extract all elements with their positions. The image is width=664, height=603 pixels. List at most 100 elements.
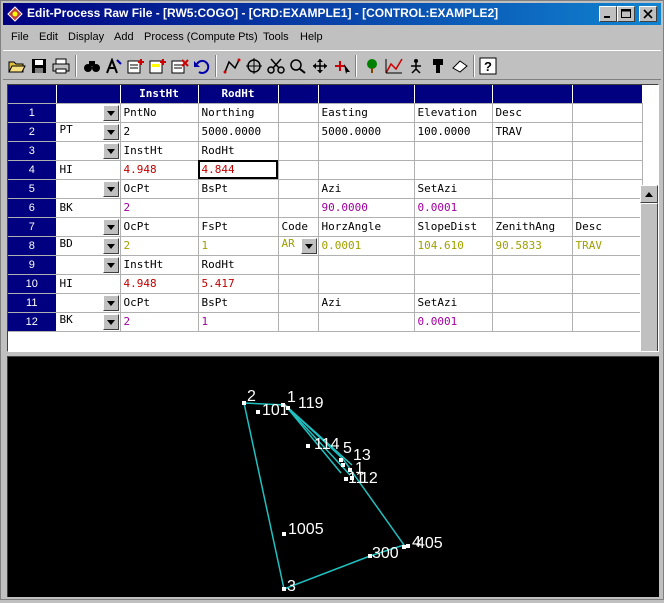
dropdown-arrow-icon[interactable] (102, 238, 119, 254)
grid-cell[interactable] (572, 141, 643, 161)
grid-cell[interactable] (414, 141, 493, 161)
row-number[interactable]: 4 (8, 160, 57, 180)
grid-cell[interactable]: Easting (318, 103, 415, 123)
grid-cell[interactable] (318, 141, 415, 161)
binoculars-find-icon[interactable] (81, 55, 103, 77)
grid-cell[interactable] (572, 103, 643, 123)
grid-cell[interactable]: SetAzi (414, 293, 493, 313)
menu-add[interactable]: Add (114, 31, 134, 43)
grid-header-cell[interactable] (8, 85, 57, 104)
grid-cell[interactable]: 2 (120, 122, 199, 142)
grid-cell[interactable]: 4.844 (198, 160, 279, 180)
grid-row[interactable]: 12 BK 2 1 0.0001 (8, 312, 643, 332)
grid-cell[interactable]: 0.0001 (414, 312, 493, 332)
rod-icon[interactable] (427, 55, 449, 77)
dropdown-arrow-icon[interactable] (102, 143, 119, 159)
menu-help[interactable]: Help (300, 31, 323, 43)
close-button[interactable] (639, 6, 657, 22)
menu-display[interactable]: Display (68, 31, 104, 43)
survey-point-marker[interactable] (350, 476, 354, 480)
grid-cell[interactable]: InstHt (120, 255, 199, 275)
grid-cell[interactable]: OcPt (120, 217, 199, 237)
record-type-cell[interactable]: HI (56, 274, 121, 294)
grid-cell[interactable] (572, 255, 643, 275)
grid-cell[interactable]: 2 (120, 236, 199, 256)
dropdown-arrow-icon[interactable] (102, 219, 119, 235)
grid-cell[interactable] (492, 179, 573, 199)
grid-cell[interactable] (492, 274, 573, 294)
grid-cell[interactable]: 90.5833 (492, 236, 573, 256)
grid-cell[interactable] (278, 198, 319, 218)
grid-cell[interactable]: 2 (120, 312, 199, 332)
zoom-window-icon[interactable] (287, 55, 309, 77)
grid-cell[interactable] (414, 160, 493, 180)
grid-header-cell[interactable]: RodHt (198, 85, 279, 104)
dropdown-arrow-icon[interactable] (102, 105, 119, 121)
grid-row[interactable]: 3 InstHt RodHt (8, 141, 643, 161)
traverse-plot-canvas[interactable]: 21011 119114 5 1311121100533004405 (8, 357, 660, 598)
grid-cell[interactable]: 1 (198, 312, 279, 332)
record-type-cell[interactable]: PT (56, 122, 121, 142)
record-type-cell[interactable] (56, 293, 121, 313)
minimize-button[interactable] (599, 6, 617, 22)
grid-cell[interactable] (572, 122, 643, 142)
grid-row[interactable]: 11 OcPt BsPt Azi SetAzi (8, 293, 643, 313)
maximize-button[interactable] (617, 6, 635, 22)
traverse-icon[interactable] (221, 55, 243, 77)
undo-icon[interactable] (191, 55, 213, 77)
grid-cell[interactable]: Azi (318, 293, 415, 313)
survey-point-marker[interactable] (281, 403, 285, 407)
grid-row[interactable]: 6 BK 2 90.0000 0.0001 (8, 198, 643, 218)
insert-record-icon[interactable] (125, 55, 147, 77)
grid-cell[interactable]: ZenithAng (492, 217, 573, 237)
menu-tools[interactable]: Tools (263, 31, 289, 43)
survey-point-marker[interactable] (306, 444, 310, 448)
grid-cell[interactable]: AR (278, 236, 319, 256)
grid-cell[interactable]: Desc (572, 217, 643, 237)
scissors-icon[interactable] (265, 55, 287, 77)
grid-cell[interactable]: PntNo (120, 103, 199, 123)
grid-cell[interactable]: OcPt (120, 293, 199, 313)
grid-cell[interactable] (278, 122, 319, 142)
grid-cell[interactable] (572, 198, 643, 218)
row-number[interactable]: 3 (8, 141, 57, 161)
person-icon[interactable] (405, 55, 427, 77)
grid-cell[interactable]: InstHt (120, 141, 199, 161)
dropdown-arrow-icon[interactable] (102, 257, 119, 273)
record-type-cell[interactable]: BD (56, 236, 121, 256)
grid-row[interactable]: 5 OcPt BsPt Azi SetAzi (8, 179, 643, 199)
grid-cell[interactable]: Desc (492, 103, 573, 123)
survey-point-marker[interactable] (282, 532, 286, 536)
grid-header-cell[interactable] (278, 85, 319, 104)
grid-cell[interactable]: 0.0001 (414, 198, 493, 218)
row-number[interactable]: 7 (8, 217, 57, 237)
scroll-up-icon[interactable] (640, 185, 658, 203)
grid-cell[interactable]: 4.948 (120, 160, 199, 180)
row-number[interactable]: 6 (8, 198, 57, 218)
record-type-cell[interactable] (56, 255, 121, 275)
survey-point-marker[interactable] (339, 458, 343, 462)
grid-cell[interactable] (492, 293, 573, 313)
print-icon[interactable] (50, 55, 72, 77)
grid-cell[interactable] (278, 293, 319, 313)
row-number[interactable]: 2 (8, 122, 57, 142)
record-type-cell[interactable] (56, 179, 121, 199)
grid-cell[interactable] (572, 312, 643, 332)
new-record-icon[interactable] (147, 55, 169, 77)
dropdown-arrow-icon[interactable] (102, 295, 119, 311)
survey-point-marker[interactable] (341, 463, 345, 467)
grid-cell[interactable] (572, 179, 643, 199)
grid-cell[interactable]: 100.0000 (414, 122, 493, 142)
survey-point-marker[interactable] (402, 545, 406, 549)
tree-icon[interactable] (361, 55, 383, 77)
menu-edit[interactable]: Edit (39, 31, 58, 43)
grid-row[interactable]: 1 PntNo Northing Easting Elevation Desc (8, 103, 643, 123)
dropdown-arrow-icon[interactable] (102, 181, 119, 197)
row-number[interactable]: 8 (8, 236, 57, 256)
row-number[interactable]: 1 (8, 103, 57, 123)
grid-cell[interactable]: 0.0001 (318, 236, 415, 256)
grid-cell[interactable] (492, 141, 573, 161)
grid-cell[interactable]: OcPt (120, 179, 199, 199)
grid-header-cell[interactable] (492, 85, 573, 104)
pick-point-icon[interactable] (331, 55, 353, 77)
